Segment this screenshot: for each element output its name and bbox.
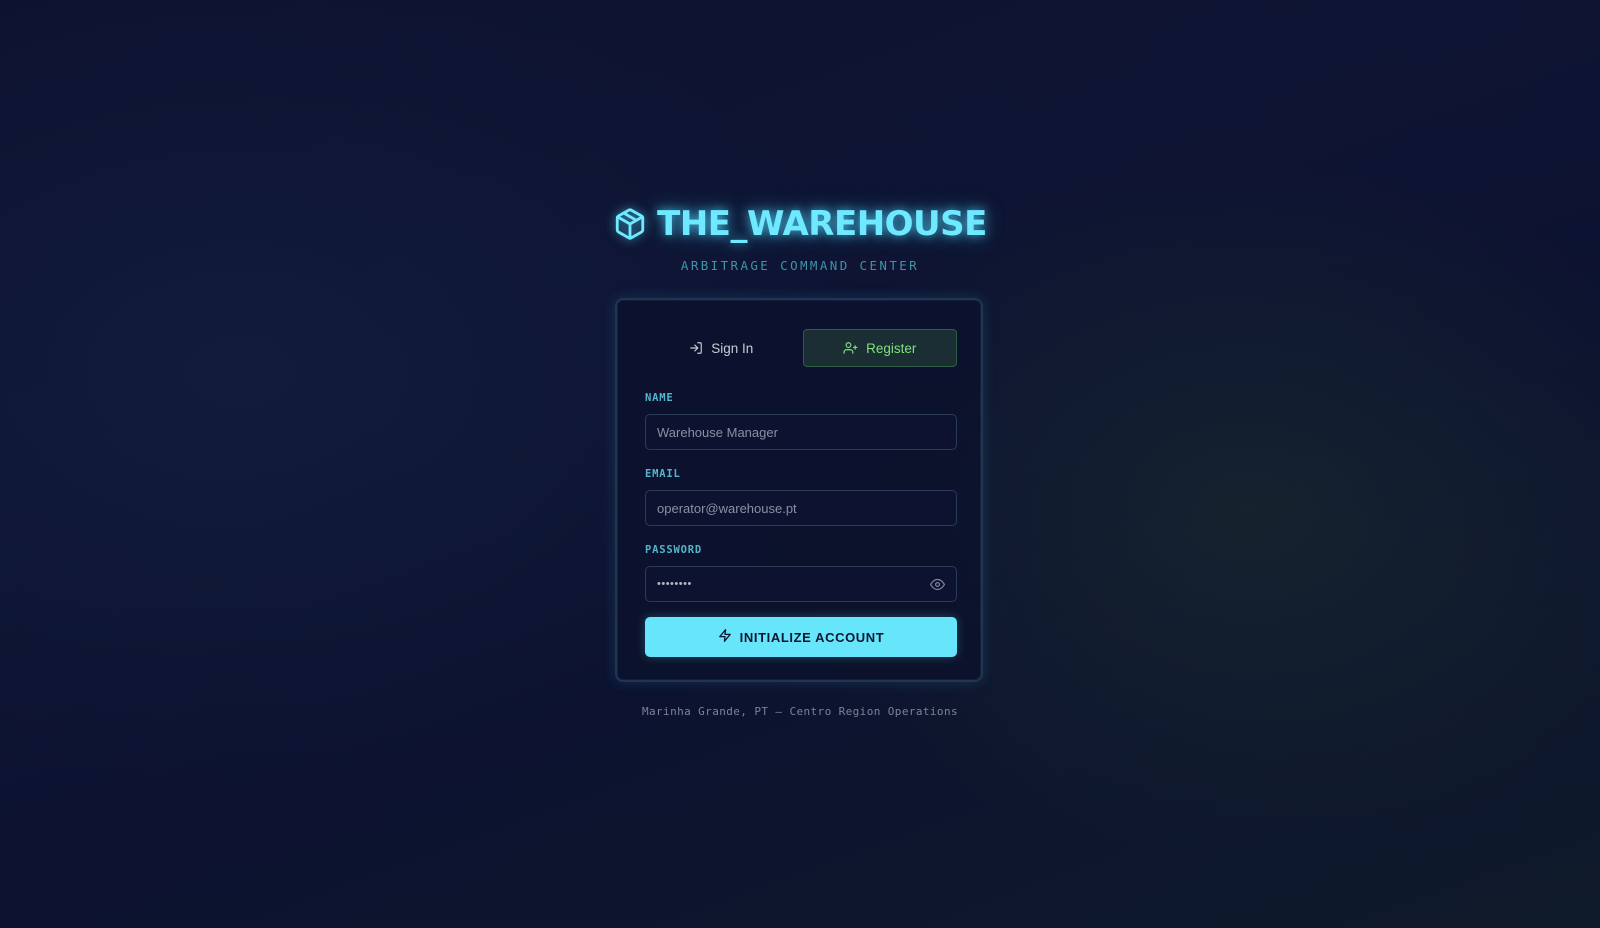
app-title: THE_WAREHOUSE: [657, 204, 987, 244]
footer-location: Marinha Grande, PT — Centro Region Opera…: [641, 705, 958, 718]
auth-card: Sign In Register NAME EMAIL PASSWORD: [615, 298, 983, 682]
tab-sign-in[interactable]: Sign In: [645, 329, 798, 367]
password-label: PASSWORD: [645, 544, 702, 556]
email-input[interactable]: [657, 500, 945, 516]
initialize-account-label: INITIALIZE ACCOUNT: [739, 629, 885, 645]
brand-row: THE_WAREHOUSE: [613, 200, 987, 248]
tab-register-label: Register: [866, 340, 917, 356]
name-input[interactable]: [657, 424, 945, 440]
log-in-icon: [689, 341, 703, 355]
brand-header: THE_WAREHOUSE ARBITRAGE COMMAND CENTER: [0, 200, 1600, 273]
zap-icon: [718, 628, 732, 646]
name-label: NAME: [645, 392, 674, 404]
package-cube-icon: [613, 206, 647, 242]
initialize-account-button[interactable]: INITIALIZE ACCOUNT: [645, 617, 957, 657]
app-subtitle: ARBITRAGE COMMAND CENTER: [680, 258, 920, 273]
password-input[interactable]: [657, 578, 930, 590]
password-field[interactable]: [645, 566, 957, 602]
eye-icon[interactable]: [930, 577, 945, 592]
auth-tabs: Sign In Register: [645, 329, 957, 367]
tab-register[interactable]: Register: [802, 329, 957, 367]
tab-sign-in-label: Sign In: [711, 340, 754, 356]
email-label: EMAIL: [645, 468, 681, 480]
name-field[interactable]: [645, 414, 957, 450]
email-field[interactable]: [645, 490, 957, 526]
user-plus-icon: [843, 341, 858, 355]
